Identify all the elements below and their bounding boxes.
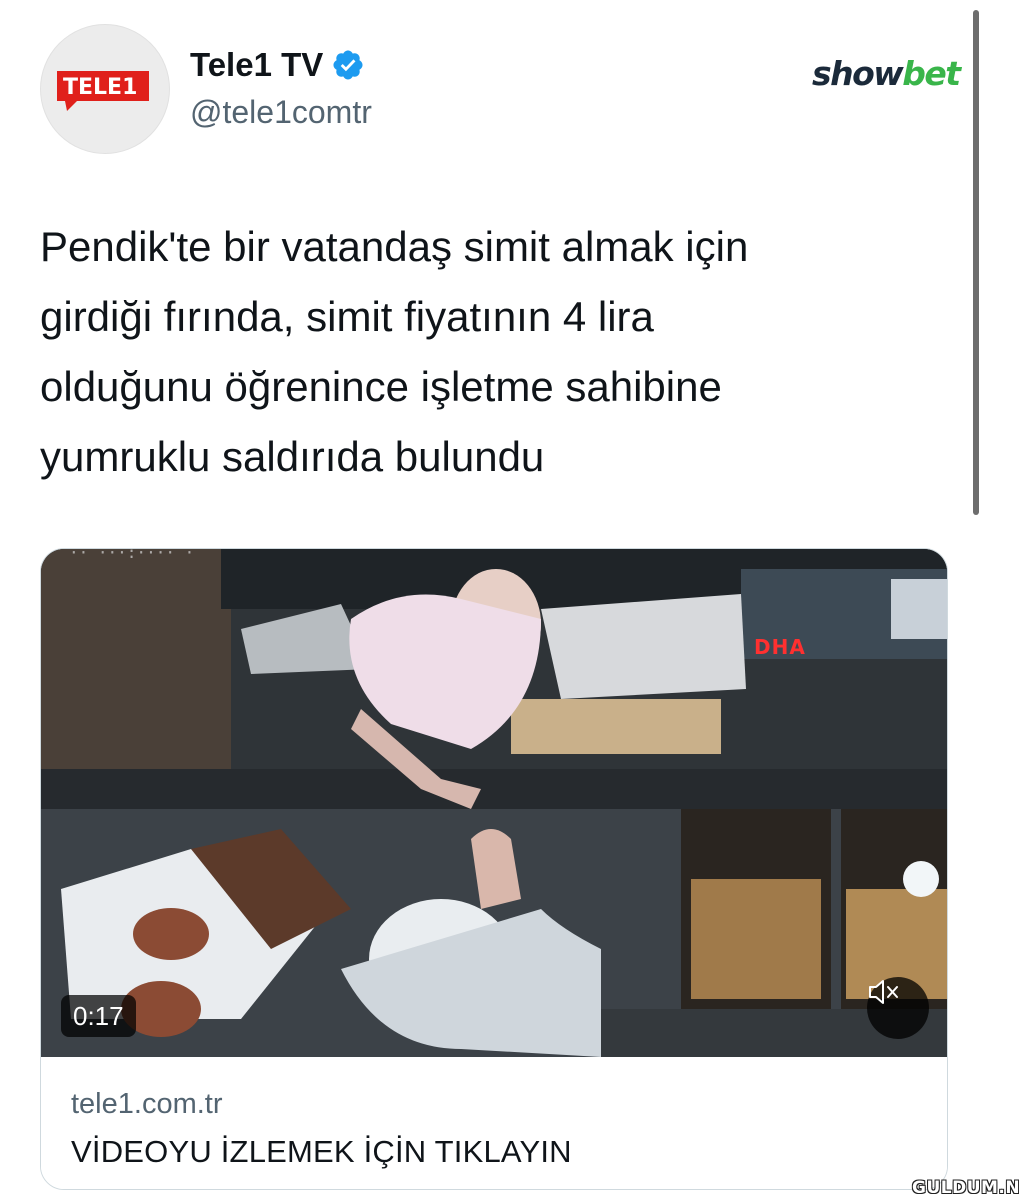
camera-timestamp: ·· ···:···· · (69, 549, 195, 562)
watermark-part-a: show (812, 54, 904, 93)
video-duration: 0:17 (61, 995, 136, 1037)
verified-badge-icon (333, 50, 363, 80)
video-frame (41, 549, 947, 1057)
watermark-part-b: bet (902, 54, 961, 93)
scrollbar[interactable] (973, 10, 979, 515)
link-card[interactable]: ·· ···:···· · DHA 0:17 tele1.com.tr VİDE… (40, 548, 948, 1190)
speaker-muted-icon (869, 980, 898, 1004)
author-name[interactable]: Tele1 TV (190, 46, 365, 84)
site-watermark: GULDUM.NET (912, 1178, 1019, 1198)
author-name-text: Tele1 TV (190, 46, 324, 83)
tweet-text: Pendik'te bir vatandaş simit almak için … (40, 223, 749, 480)
showbet-watermark: showbet (812, 54, 961, 93)
card-title: VİDEOYU İZLEMEK İÇİN TIKLAYIN (71, 1134, 572, 1169)
avatar[interactable]: TELE1 (40, 24, 170, 154)
video-player[interactable]: ·· ···:···· · DHA 0:17 (41, 549, 947, 1057)
tele1-logo: TELE1 (57, 71, 149, 111)
avatar-logo-text: TELE1 (63, 75, 137, 100)
card-link-footer[interactable]: tele1.com.tr VİDEOYU İZLEMEK İÇİN TIKLAY… (41, 1058, 947, 1189)
mute-button[interactable] (867, 977, 929, 1039)
author-handle[interactable]: @tele1comtr (190, 94, 372, 131)
card-domain: tele1.com.tr (71, 1088, 223, 1120)
dha-channel-logo: DHA (754, 635, 806, 659)
